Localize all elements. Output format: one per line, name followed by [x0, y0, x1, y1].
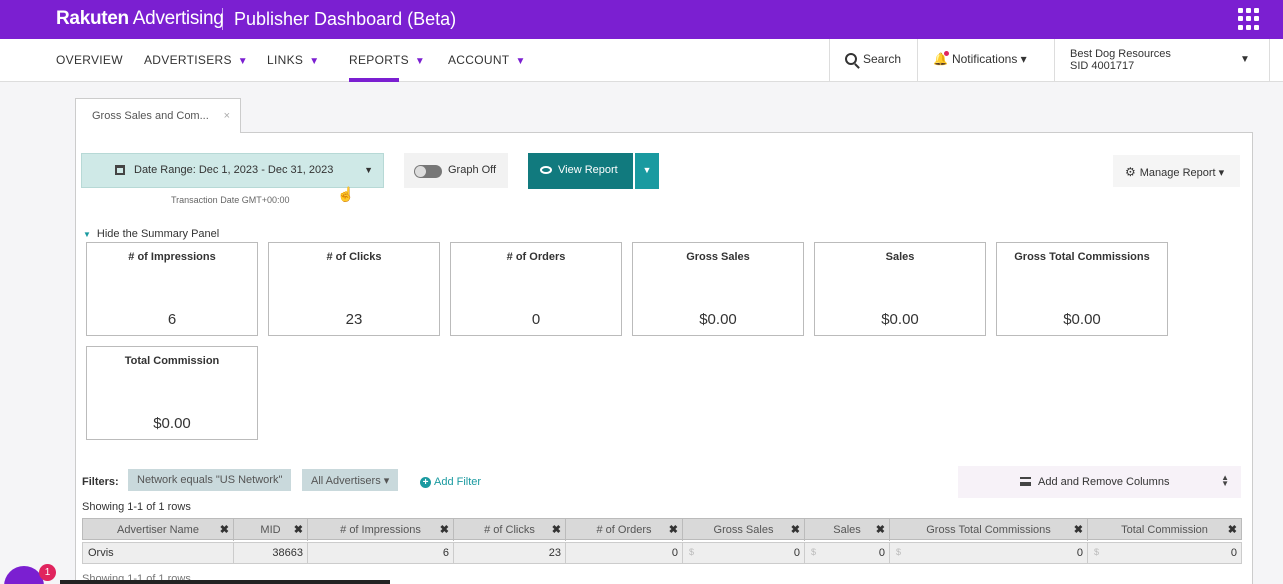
gear-icon: ⚙ — [1125, 165, 1136, 179]
column-header-total-commission[interactable]: Total Commission ✖ — [1088, 519, 1241, 541]
add-filter-button[interactable]: + Add Filter — [420, 476, 481, 488]
calendar-icon — [115, 165, 125, 175]
account-name: Best Dog Resources — [1070, 48, 1171, 60]
brand-logo[interactable]: Rakuten Advertising — [56, 8, 224, 30]
brand-separator — [222, 8, 223, 30]
chevron-down-icon: ▼ — [309, 56, 320, 67]
plus-icon: + — [420, 477, 431, 488]
column-header-mid[interactable]: MID ✖ — [234, 519, 308, 541]
cell-gross-total-commissions: $0 — [890, 543, 1088, 563]
cell-total-commission: $0 — [1094, 547, 1237, 559]
table-row[interactable]: Orvis 38663 6 23 0 $0 $0 $0 $0 — [82, 542, 1242, 564]
chevron-down-icon: ▼ — [414, 56, 426, 67]
summary-card-sales: Sales $0.00 — [814, 242, 986, 336]
close-icon[interactable]: × — [224, 110, 230, 122]
cell-mid: 38663 — [234, 543, 308, 563]
summary-card-orders: # of Orders 0 — [450, 242, 622, 336]
app-title: Publisher Dashboard (Beta) — [234, 9, 457, 29]
cell-orders: 0 — [566, 543, 683, 563]
cell-sales: $0 — [805, 543, 890, 563]
main-nav: OVERVIEW ADVERTISERS ▼ LINKS ▼ REPORTS ▼ AC… — [0, 39, 1283, 82]
column-header-clicks[interactable]: # of Clicks ✖ — [454, 519, 566, 541]
timezone-note: Transaction Date GMT+00:00 — [171, 195, 290, 205]
sort-arrows-icon: ▲ ▼ — [1221, 473, 1229, 488]
top-bar: Rakuten Advertising Publisher Dashboard … — [0, 0, 1283, 39]
summary-card-impressions: # of Impressions 6 — [86, 242, 258, 336]
date-range-button[interactable]: Date Range: Dec 1, 2023 - Dec 31, 2023 ▼ — [81, 153, 384, 188]
summary-card-gross-sales: Gross Sales $0.00 — [632, 242, 804, 336]
column-header-gross-total-commissions[interactable]: Gross Total Commissions ✖ — [890, 519, 1088, 541]
list-icon — [1020, 477, 1031, 486]
summary-panel-toggle[interactable]: ▼ Hide the Summary Panel — [83, 228, 219, 240]
summary-card-total-commission: Total Commission $0.00 — [86, 346, 258, 440]
report-tab-label: Gross Sales and Com... — [92, 110, 209, 122]
view-report-dropdown[interactable]: ▼ — [635, 153, 659, 189]
cell-impressions: 6 — [308, 543, 454, 563]
close-icon[interactable]: ✖ — [669, 523, 678, 536]
column-header-gross-sales[interactable]: Gross Sales ✖ — [683, 519, 805, 541]
close-icon[interactable]: ✖ — [1074, 523, 1083, 536]
chevron-down-icon: ▼ — [515, 56, 526, 67]
column-header-impressions[interactable]: # of Impressions ✖ — [308, 519, 454, 541]
close-icon[interactable]: ✖ — [1228, 523, 1237, 536]
close-icon[interactable]: ✖ — [876, 523, 885, 536]
toggle-switch[interactable] — [414, 165, 442, 178]
close-icon[interactable]: ✖ — [294, 523, 303, 536]
bell-icon: 🔔 — [933, 51, 949, 66]
column-header-advertiser[interactable]: Advertiser Name ✖ — [83, 519, 234, 541]
close-icon[interactable]: ✖ — [791, 523, 800, 536]
nav-overview[interactable]: OVERVIEW — [56, 53, 123, 67]
close-icon[interactable]: ✖ — [440, 523, 449, 536]
summary-card-clicks: # of Clicks 23 — [268, 242, 440, 336]
close-icon[interactable]: ✖ — [552, 523, 561, 536]
filter-chip-advertisers[interactable]: All Advertisers ▾ — [302, 469, 399, 491]
nav-links[interactable]: LINKS ▼ — [267, 53, 319, 67]
search-icon — [845, 53, 857, 65]
cell-clicks: 23 — [454, 543, 566, 563]
cell-gross-sales: $0 — [683, 543, 805, 563]
column-header-sales[interactable]: Sales ✖ — [805, 519, 890, 541]
table-header: Advertiser Name ✖ MID ✖ # of Impressions ✖ … — [82, 518, 1242, 541]
filter-chip-network[interactable]: Network equals "US Network" — [128, 469, 292, 491]
bottom-overlay-bar — [60, 580, 390, 584]
cell-advertiser: Orvis — [83, 543, 234, 563]
view-report-button[interactable]: View Report — [528, 153, 633, 189]
manage-report-button[interactable]: ⚙ Manage Report ▾ — [1113, 155, 1240, 187]
close-icon[interactable]: ✖ — [220, 523, 229, 536]
filters-label: Filters: — [82, 476, 119, 488]
nav-advertisers[interactable]: ADVERTISERS ▼ — [144, 53, 248, 67]
nav-active-indicator — [349, 78, 399, 82]
chevron-down-icon[interactable]: ▼ — [1240, 54, 1250, 65]
nav-divider — [829, 39, 830, 82]
graph-toggle[interactable]: Graph Off — [404, 153, 508, 188]
nav-divider — [917, 39, 918, 82]
account-sid: SID 4001717 — [1070, 60, 1135, 72]
nav-divider — [1054, 39, 1055, 82]
report-tab[interactable]: Gross Sales and Com... × — [75, 98, 241, 133]
nav-reports[interactable]: REPORTS ▼ — [349, 53, 425, 67]
search-button[interactable]: Search — [845, 52, 901, 66]
caret-down-icon: ▼ — [83, 230, 91, 239]
row-count: Showing 1-1 of 1 rows — [82, 501, 191, 513]
chevron-down-icon: ▼ — [237, 56, 248, 67]
column-header-orders[interactable]: # of Orders ✖ — [566, 519, 683, 541]
pointer-cursor-icon: ☝ — [337, 186, 355, 202]
notifications-button[interactable]: 🔔 Notifications ▾ — [933, 51, 1027, 66]
chat-badge: 1 — [39, 564, 56, 581]
app-grid-icon[interactable] — [1238, 8, 1260, 30]
nav-divider — [1269, 39, 1270, 82]
nav-account[interactable]: ACCOUNT ▼ — [448, 53, 526, 67]
chat-bubble[interactable] — [4, 566, 44, 584]
account-switcher[interactable]: Best Dog Resources SID 4001717 — [1070, 48, 1171, 72]
add-remove-columns-button[interactable]: Add and Remove Columns ▲ ▼ — [958, 466, 1241, 498]
summary-card-gross-total-commissions: Gross Total Commissions $0.00 — [996, 242, 1168, 336]
chevron-down-icon: ▼ — [364, 165, 373, 175]
eye-icon — [540, 166, 552, 174]
